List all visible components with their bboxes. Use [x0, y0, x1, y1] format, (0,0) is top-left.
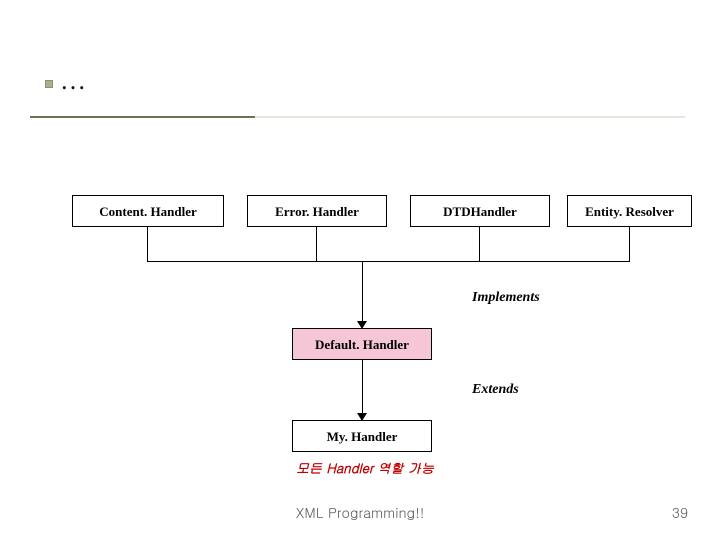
conn-line: [362, 360, 363, 415]
label-extends: Extends: [472, 382, 519, 398]
slide-area: … Content. Handler Error. Handler DTDHan…: [0, 0, 720, 540]
conn-line: [147, 261, 630, 262]
box-error-handler: Error. Handler: [247, 195, 387, 227]
box-default-handler: Default. Handler: [292, 328, 432, 360]
title-underline-dark: [30, 116, 255, 118]
conn-line: [147, 227, 148, 261]
box-dtd-handler: DTDHandler: [410, 195, 550, 227]
label-note: 모든 Handler 역할 가능: [290, 458, 440, 477]
label-implements: Implements: [472, 290, 540, 306]
box-my-handler: My. Handler: [292, 420, 432, 452]
box-content-handler: Content. Handler: [72, 195, 224, 227]
page-number: 39: [672, 502, 688, 522]
box-entity-resolver: Entity. Resolver: [567, 195, 692, 227]
conn-line: [362, 261, 363, 323]
conn-line: [479, 227, 480, 261]
footer-text: XML Programming!!: [0, 502, 720, 522]
title-bullet-icon: [45, 80, 53, 88]
slide-title: …: [60, 66, 86, 96]
conn-line: [316, 227, 317, 261]
conn-line: [629, 227, 630, 261]
title-underline-light: [255, 116, 685, 118]
